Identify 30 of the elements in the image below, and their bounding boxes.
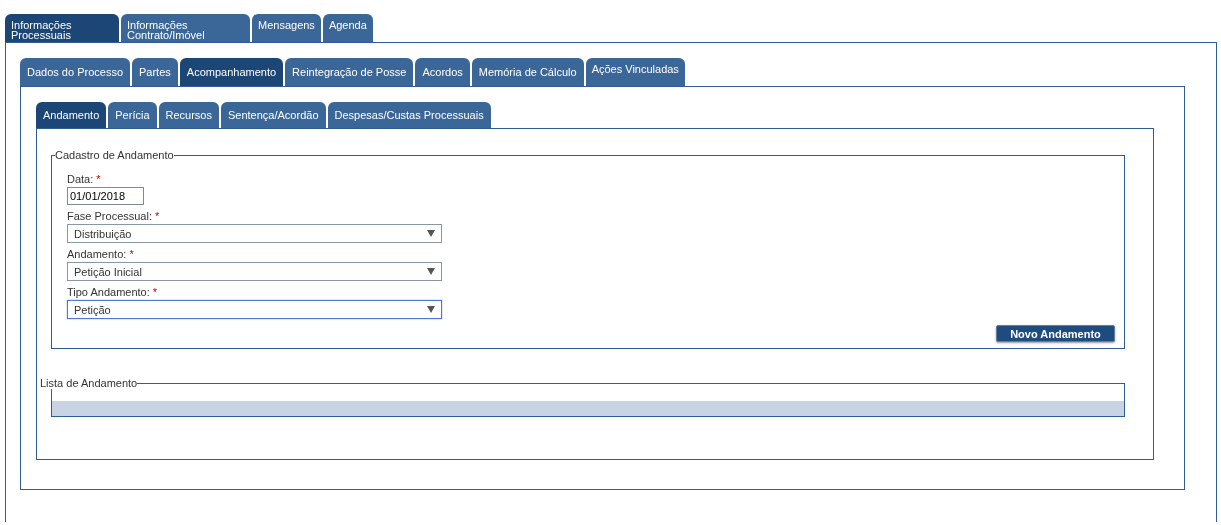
tab[interactable]: Informações Contrato/Imóvel [121, 14, 250, 42]
tab[interactable]: Reintegração de Posse [285, 58, 414, 86]
tab[interactable]: Partes [132, 58, 178, 86]
new-button[interactable]: Novo Andamento [996, 325, 1115, 342]
tab[interactable]: Perícia [108, 102, 157, 128]
tab[interactable]: Acompanhamento [179, 58, 284, 86]
caret-icon [427, 268, 435, 275]
field-label: Tipo Andamento: * [67, 286, 159, 298]
field-label: Fase Processual: * [67, 210, 161, 222]
tab[interactable]: Memória de Cálculo [471, 58, 584, 86]
group-title: Lista de Andamento [40, 377, 138, 389]
group-title: Cadastro de Andamento [55, 149, 174, 161]
tab[interactable]: Recursos [158, 102, 219, 128]
date-field[interactable]: 01/01/2018 [67, 187, 144, 205]
tab[interactable]: Mensagens [252, 14, 321, 42]
tab[interactable]: Agenda [322, 14, 373, 42]
tab[interactable]: Informações Processuais [5, 14, 119, 42]
tab[interactable]: Acordos [415, 58, 470, 86]
tab[interactable]: Ações Vinculadas [585, 58, 685, 86]
caret-icon [427, 306, 435, 313]
tab[interactable]: Dados do Processo [20, 58, 130, 86]
field-label: Data: * [67, 173, 102, 185]
dropdown[interactable]: Petição [67, 300, 442, 319]
tab[interactable]: Andamento [36, 102, 107, 128]
dropdown[interactable]: Petição Inicial [67, 262, 442, 281]
caret-icon [427, 230, 435, 237]
dropdown[interactable]: Distribuição [67, 224, 442, 243]
tab[interactable]: Despesas/Custas Processuais [327, 102, 491, 128]
field-label: Andamento: * [67, 248, 135, 260]
tab[interactable]: Sentença/Acordão [221, 102, 326, 128]
